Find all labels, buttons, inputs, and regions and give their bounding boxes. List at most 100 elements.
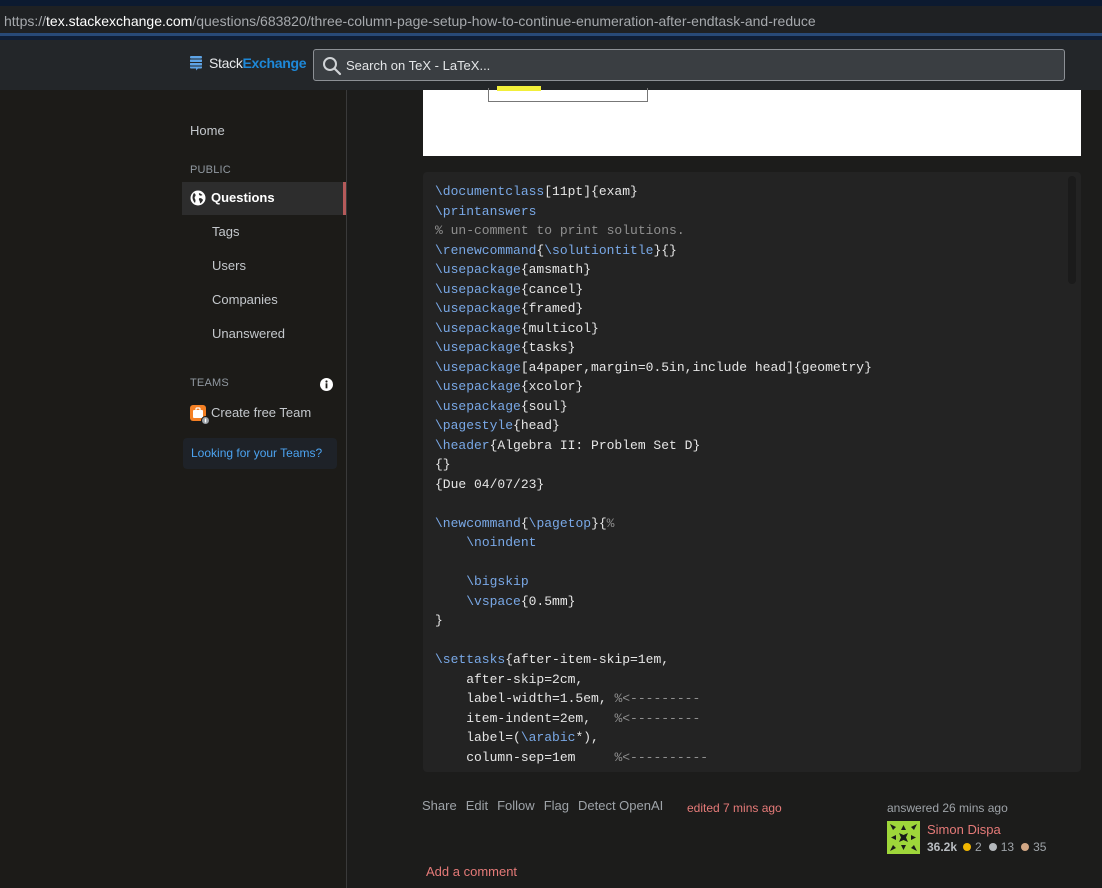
code-comment: % un-comment to print solutions.: [435, 223, 685, 238]
code-comment: %<----------: [614, 749, 709, 765]
code-command: \settasks: [435, 652, 506, 667]
bronze-badge-count: 35: [1033, 840, 1047, 854]
identicon-icon: [887, 821, 920, 854]
code-command: \bigskip: [466, 574, 529, 589]
browser-address-bar: https://tex.stackexchange.com/questions/…: [0, 0, 1102, 40]
code-token: {}: [435, 457, 451, 472]
sidebar-item-users[interactable]: Users: [212, 258, 246, 273]
code-token: {tasks}: [520, 340, 576, 355]
code-token: {xcolor}: [520, 379, 584, 394]
code-token: {after-item-skip=1em,: [505, 652, 670, 667]
code-line: \usepackage[a4paper,margin=0.5in,include…: [435, 358, 872, 378]
answerer-name[interactable]: Simon Dispa: [927, 822, 1001, 837]
code-line: \renewcommand{\solutiontitle}{}: [435, 241, 872, 261]
code-token: {: [520, 515, 529, 531]
code-command: \pagetop: [528, 515, 592, 531]
looking-for-teams-link[interactable]: Looking for your Teams?: [191, 446, 322, 460]
edited-timestamp[interactable]: edited 7 mins ago: [687, 801, 782, 815]
code-command: \documentclass: [435, 184, 545, 199]
code-line: \newcommand{\pagetop}{%: [435, 514, 872, 534]
code-token: {head}: [513, 418, 560, 433]
sidebar-item-create-team[interactable]: Create free Team: [190, 404, 340, 426]
code-command: \usepackage: [435, 301, 521, 316]
code-command: \newcommand: [435, 515, 521, 531]
code-token: {cancel}: [520, 281, 584, 297]
code-command: \noindent: [466, 535, 537, 550]
sidebar-item-unanswered[interactable]: Unanswered: [212, 326, 285, 341]
code-line: \settasks{after-item-skip=1em,: [435, 650, 872, 670]
search-placeholder: Search on TeX - LaTeX...: [346, 58, 491, 73]
code-line: \header{Algebra II: Problem Set D}: [435, 436, 872, 456]
search-input[interactable]: Search on TeX - LaTeX...: [313, 49, 1065, 81]
edit-link[interactable]: Edit: [466, 798, 488, 813]
code-token: {soul}: [520, 398, 568, 414]
code-token: [11pt]{exam}: [544, 184, 638, 199]
globe-icon: [190, 190, 206, 206]
sidebar-item-home[interactable]: Home: [190, 123, 225, 138]
logo-text-exchange: Exchange: [242, 55, 307, 71]
sidebar-heading-public: PUBLIC: [190, 164, 231, 176]
site-header: Stack Exchange Search on TeX - LaTeX...: [0, 40, 1102, 118]
detect-openai-link[interactable]: Detect OpenAI: [578, 798, 663, 813]
url-path: /questions/683820/three-column-page-setu…: [192, 13, 816, 29]
search-icon: [323, 57, 342, 76]
looking-for-teams-box[interactable]: Looking for your Teams?: [183, 438, 337, 469]
sidebar-item-companies[interactable]: Companies: [212, 292, 278, 307]
code-token: }{: [591, 515, 607, 531]
create-team-label: Create free Team: [211, 405, 312, 420]
code-line: \usepackage{tasks}: [435, 338, 872, 358]
code-line: \usepackage{xcolor}: [435, 377, 872, 397]
url-text[interactable]: https://tex.stackexchange.com/questions/…: [4, 13, 816, 29]
code-token: {multicol}: [520, 320, 599, 336]
code-line: label=(\arabic*),: [435, 728, 872, 748]
info-icon[interactable]: [320, 378, 333, 391]
reputation-score: 36.2k: [927, 840, 958, 854]
follow-link[interactable]: Follow: [497, 798, 535, 813]
code-line: column-sep=1em %<----------: [435, 748, 872, 768]
code-line: \pagestyle{head}: [435, 416, 872, 436]
code-command: \usepackage: [435, 320, 521, 336]
code-token: {Due 04/07/23}: [435, 476, 545, 492]
code-command: \header: [435, 437, 490, 453]
code-command: \printanswers: [435, 203, 537, 219]
sidebar-item-tags[interactable]: Tags: [212, 224, 239, 239]
answerer-stats: 36.2k 2 13 35: [927, 840, 1046, 854]
code-command: \usepackage: [435, 281, 521, 297]
answerer-avatar[interactable]: [887, 821, 920, 854]
code-token: after-skip=2cm,: [435, 671, 584, 687]
briefcase-icon: [190, 405, 210, 425]
url-scheme: https://: [4, 13, 47, 29]
code-token: {amsmath}: [520, 262, 592, 277]
code-command: \renewcommand: [435, 242, 537, 258]
code-line: \noindent: [435, 533, 872, 553]
url-field[interactable]: https://tex.stackexchange.com/questions/…: [0, 6, 1102, 36]
code-command: \usepackage: [435, 398, 521, 414]
code-line: label-width=1.5em, %<---------: [435, 689, 872, 709]
code-command: \vspace: [466, 593, 521, 609]
flag-link[interactable]: Flag: [544, 798, 569, 813]
bronze-badge-icon: [1021, 843, 1030, 851]
code-line: \usepackage{multicol}: [435, 319, 872, 339]
code-command: \pagestyle: [435, 418, 514, 433]
code-command: \arabic: [520, 730, 576, 745]
code-line: item-indent=2em, %<---------: [435, 709, 872, 729]
add-comment-link[interactable]: Add a comment: [426, 864, 517, 879]
code-line: \printanswers: [435, 202, 872, 222]
code-command: \usepackage: [435, 359, 521, 375]
share-link[interactable]: Share: [422, 798, 457, 813]
gold-badge-count: 2: [975, 840, 982, 854]
sidebar-item-questions[interactable]: Questions: [182, 182, 346, 215]
url-host: tex.stackexchange.com: [46, 13, 193, 29]
stack-exchange-icon: [190, 56, 202, 71]
code-scrollbar[interactable]: [1068, 176, 1076, 284]
code-line: after-skip=2cm,: [435, 670, 872, 690]
code-command: \usepackage: [435, 340, 521, 355]
stack-exchange-logo[interactable]: Stack Exchange: [189, 55, 307, 71]
silver-badge-icon: [988, 843, 997, 851]
code-token: {Algebra II: Problem Set D}: [489, 437, 701, 453]
silver-badge-count: 13: [1000, 840, 1015, 854]
